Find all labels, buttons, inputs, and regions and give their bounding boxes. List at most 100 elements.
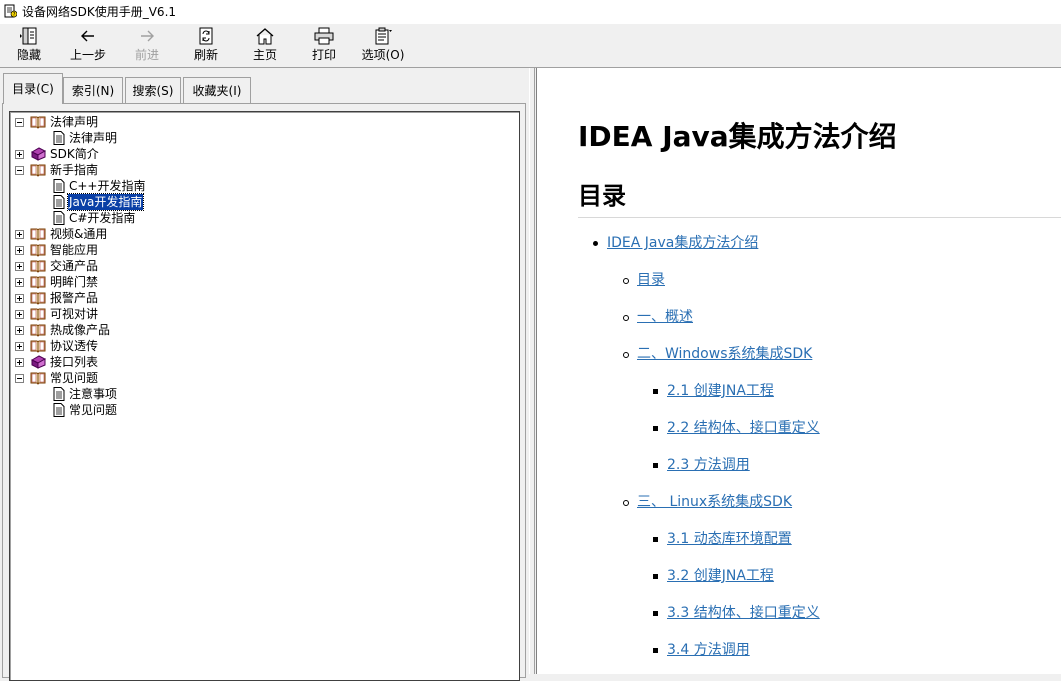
tree-item-label: 视频&通用	[50, 227, 108, 241]
toc-link[interactable]: 3.4 方法调用	[667, 642, 750, 658]
toc-item: 3.4 方法调用	[667, 641, 750, 659]
toc-bullet	[623, 500, 629, 506]
open-book-icon	[30, 227, 46, 241]
tab-search[interactable]: 搜索(S)	[125, 77, 181, 103]
pane-splitter[interactable]	[529, 68, 535, 674]
page-icon	[51, 403, 67, 417]
hide-button[interactable]: 隐藏	[5, 24, 53, 66]
collapse-minus-icon[interactable]	[15, 166, 24, 175]
back-button[interactable]: 上一步	[62, 24, 114, 66]
open-book-icon	[30, 323, 46, 337]
toc-link[interactable]: 一、概述	[637, 309, 693, 325]
refresh-button[interactable]: 刷新	[182, 24, 230, 66]
window-title: 设备网络SDK使用手册_V6.1	[22, 5, 177, 19]
tree-item[interactable]: C++开发指南	[10, 178, 510, 194]
tree-item[interactable]: 接口列表	[10, 354, 510, 370]
page-title: IDEA Java集成方法介绍	[578, 120, 897, 153]
back-label: 上一步	[69, 48, 106, 62]
expand-plus-icon[interactable]	[15, 278, 24, 287]
toc-item: 三、 Linux系统集成SDK	[637, 493, 792, 511]
forward-button[interactable]: 前进	[123, 24, 171, 66]
toc-link[interactable]: 目录	[637, 272, 665, 288]
refresh-label: 刷新	[193, 48, 218, 62]
forward-label: 前进	[134, 48, 159, 62]
toc-link[interactable]: 2.1 创建JNA工程	[667, 383, 774, 399]
open-book-icon	[30, 339, 46, 353]
print-label: 打印	[311, 48, 336, 62]
tree-item[interactable]: 视频&通用	[10, 226, 510, 242]
toc-link[interactable]: 2.3 方法调用	[667, 457, 750, 473]
heading-divider	[578, 217, 1061, 218]
print-button[interactable]: 打印	[300, 24, 348, 66]
svg-text:?: ?	[13, 12, 16, 18]
arrow-right-icon	[141, 30, 154, 42]
open-book-icon	[30, 243, 46, 257]
tree-item[interactable]: 热成像产品	[10, 322, 510, 338]
open-book-icon	[30, 115, 46, 129]
expand-plus-icon[interactable]	[15, 342, 24, 351]
toc-bullet	[623, 315, 629, 321]
tree-item[interactable]: SDK简介	[10, 146, 510, 162]
toc-heading: 目录	[578, 182, 626, 210]
toc-item: 2.3 方法调用	[667, 456, 750, 474]
toc-link[interactable]: 二、Windows系统集成SDK	[637, 346, 812, 362]
tree-item[interactable]: Java开发指南	[10, 193, 510, 211]
expand-plus-icon[interactable]	[15, 150, 24, 159]
expand-plus-icon[interactable]	[15, 326, 24, 335]
tab-index[interactable]: 索引(N)	[63, 77, 123, 103]
help-file-icon: ?	[4, 4, 17, 18]
tree-item[interactable]: 常见问题	[10, 370, 510, 386]
expand-plus-icon[interactable]	[15, 294, 24, 303]
expand-plus-icon[interactable]	[15, 358, 24, 367]
open-book-icon	[30, 163, 46, 177]
tree-item[interactable]: 注意事项	[10, 386, 510, 402]
tree-item-label: C#开发指南	[69, 211, 136, 225]
page-icon	[51, 179, 67, 193]
expand-plus-icon[interactable]	[15, 230, 24, 239]
expand-plus-icon[interactable]	[15, 310, 24, 319]
toc-link[interactable]: IDEA Java集成方法介绍	[607, 235, 758, 251]
page-icon	[51, 211, 67, 225]
tab-favorites[interactable]: 收藏夹(I)	[183, 77, 251, 103]
tab-contents[interactable]: 目录(C)	[3, 73, 63, 104]
refresh-icon	[199, 27, 213, 45]
contents-tree[interactable]: 法律声明 法律声明 SDK简介 新手指南 C++开发指南 Java开发指南 C#开发指南 视频…	[9, 111, 520, 681]
tree-item-label: 接口列表	[50, 355, 99, 369]
tree-item-label: SDK简介	[50, 147, 99, 161]
tree-item[interactable]: 法律声明	[10, 114, 510, 130]
tree-item[interactable]: 新手指南	[10, 162, 510, 178]
tree-item[interactable]: 交通产品	[10, 258, 510, 274]
toc-bullet	[623, 278, 629, 284]
toc-link[interactable]: 3.2 创建JNA工程	[667, 568, 774, 584]
tree-item[interactable]: 协议透传	[10, 338, 510, 354]
tree-item[interactable]: C#开发指南	[10, 210, 510, 226]
tree-item[interactable]: 报警产品	[10, 290, 510, 306]
toc-link[interactable]: 3.3 结构体、接口重定义	[667, 605, 820, 621]
collapse-minus-icon[interactable]	[15, 374, 24, 383]
toc-item: 二、Windows系统集成SDK	[637, 345, 812, 363]
home-label: 主页	[252, 48, 277, 62]
page-icon	[51, 131, 67, 145]
tree-item[interactable]: 明眸门禁	[10, 274, 510, 290]
home-icon	[256, 28, 274, 45]
tree-item-label: 智能应用	[50, 243, 99, 257]
tree-item-label: 报警产品	[50, 291, 99, 305]
toc-link[interactable]: 2.2 结构体、接口重定义	[667, 420, 820, 436]
toc-bullet	[593, 241, 598, 246]
toc-link[interactable]: 三、 Linux系统集成SDK	[637, 494, 792, 510]
tree-item[interactable]: 智能应用	[10, 242, 510, 258]
expand-plus-icon[interactable]	[15, 262, 24, 271]
topic-content: IDEA Java集成方法介绍 目录 IDEA Java集成方法介绍 目录 一、概述…	[536, 68, 1061, 674]
collapse-minus-icon[interactable]	[15, 118, 24, 127]
closed-book-icon	[30, 147, 47, 161]
tree-item[interactable]: 法律声明	[10, 130, 510, 146]
home-button[interactable]: 主页	[241, 24, 289, 66]
tree-item[interactable]: 常见问题	[10, 402, 510, 418]
toc-link[interactable]: 3.1 动态库环境配置	[667, 531, 792, 547]
options-label: 选项(O)	[361, 48, 405, 62]
expand-plus-icon[interactable]	[15, 246, 24, 255]
toc-item: 一、概述	[637, 308, 693, 326]
options-button[interactable]: 选项(O)	[356, 24, 410, 66]
tree-item[interactable]: 可视对讲	[10, 306, 510, 322]
open-book-icon	[30, 275, 46, 289]
